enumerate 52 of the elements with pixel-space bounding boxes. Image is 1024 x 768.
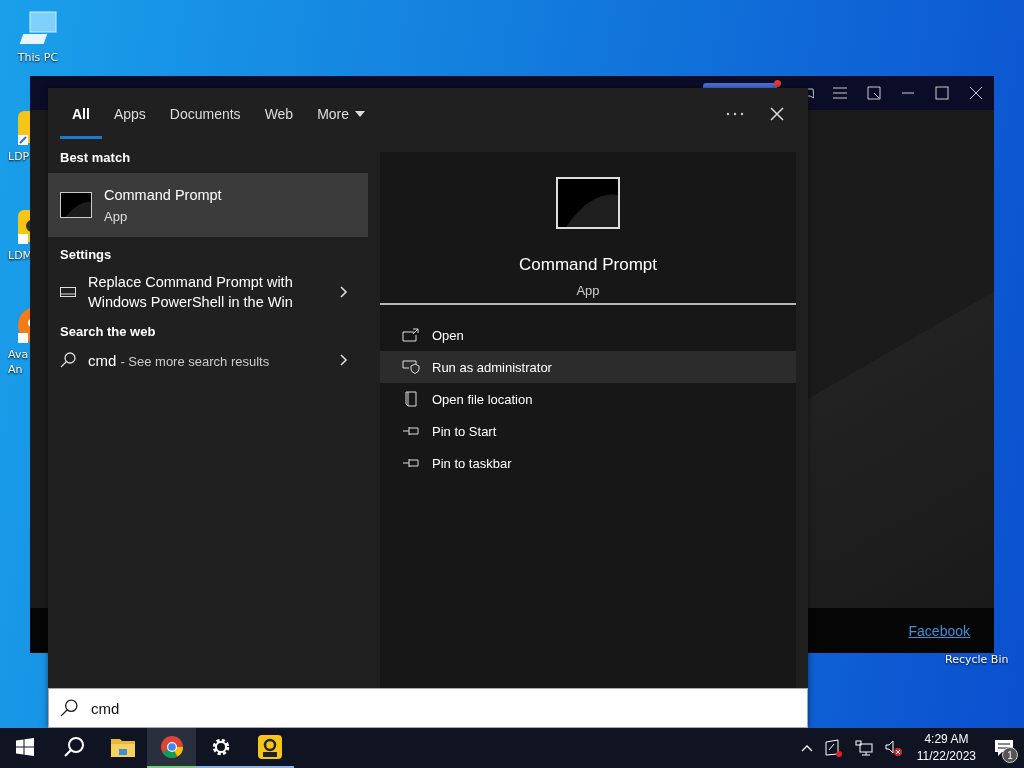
desktop-icon-label[interactable]: LDM xyxy=(8,248,33,263)
action-item[interactable]: Pin to Start xyxy=(380,415,796,447)
app-type: App xyxy=(576,283,600,298)
action-item[interactable]: Open file location xyxy=(380,383,796,415)
pin-icon xyxy=(402,425,420,437)
search-icon xyxy=(60,352,76,368)
notification-count: 1 xyxy=(1002,747,1018,763)
muted-speaker-icon[interactable] xyxy=(884,740,903,756)
search-icon xyxy=(60,699,78,717)
pin-icon xyxy=(402,457,420,469)
search-icon xyxy=(62,736,85,758)
search-field[interactable]: cmd xyxy=(48,688,808,728)
chevron-right-icon xyxy=(340,354,348,366)
section-heading: Best match xyxy=(59,149,132,167)
search-result[interactable]: Command Prompt App xyxy=(48,173,368,237)
menu-icon[interactable] xyxy=(832,85,848,101)
filter-tab[interactable]: Web xyxy=(252,88,306,140)
maximize-icon[interactable] xyxy=(934,85,950,101)
document-icon xyxy=(402,391,420,407)
chevron-up-icon[interactable] xyxy=(800,744,813,752)
close-icon[interactable] xyxy=(770,107,784,121)
browser-icon xyxy=(159,735,184,759)
action-item[interactable]: Pin to taskbar xyxy=(380,447,796,479)
action-item[interactable]: Open xyxy=(380,319,796,351)
filter-tab[interactable]: Documents xyxy=(157,88,253,140)
terminal-icon xyxy=(556,177,620,229)
desktop-icon-label[interactable]: Recycle Bin xyxy=(945,653,1009,666)
app-icon xyxy=(257,735,282,759)
resize-icon[interactable] xyxy=(866,85,882,101)
open-icon xyxy=(402,328,420,342)
filter-tab[interactable]: Apps xyxy=(101,88,158,140)
section-heading: Settings xyxy=(59,246,113,264)
taskbar-button[interactable] xyxy=(147,728,196,768)
network-icon[interactable] xyxy=(854,740,873,756)
filter-tab[interactable]: All xyxy=(60,88,102,140)
chevron-right-icon xyxy=(340,286,348,298)
action-item[interactable]: Run as administrator xyxy=(380,351,796,383)
more-options-icon[interactable] xyxy=(726,112,744,116)
filter-tab[interactable]: More xyxy=(305,88,378,140)
gear-icon xyxy=(210,737,231,757)
section-heading: Search the web xyxy=(59,323,157,341)
search-result[interactable]: Replace Command Prompt with Windows PowerShell in the Win xyxy=(48,270,368,314)
facebook-link[interactable]: Facebook xyxy=(908,622,970,639)
terminal-icon xyxy=(60,192,92,218)
search-result[interactable]: cmd - See more search results xyxy=(48,347,368,373)
close-icon[interactable] xyxy=(968,85,984,101)
shield-icon xyxy=(402,360,420,374)
windows-logo-icon xyxy=(15,738,34,756)
folder-icon xyxy=(110,737,135,757)
display-icon xyxy=(60,287,76,297)
app-title: Command Prompt xyxy=(519,255,657,275)
clock[interactable]: 4:29 AM 11/22/2023 xyxy=(908,731,984,765)
